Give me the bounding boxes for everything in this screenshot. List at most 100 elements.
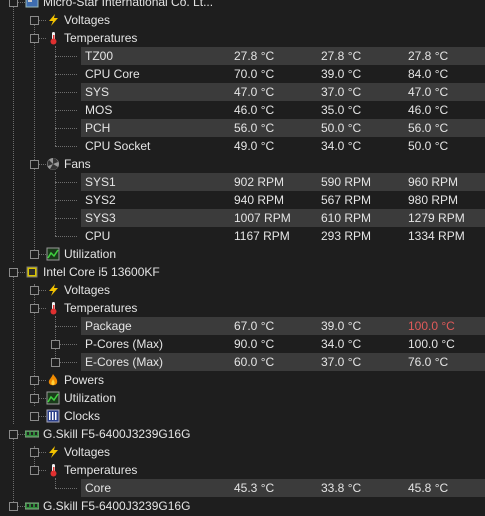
tree-connector [55, 488, 77, 489]
expand-toggle[interactable] [30, 160, 39, 169]
current-value: 45.3 °C [234, 481, 275, 495]
max-value: 100.0 °C [408, 319, 455, 333]
tree-connector [55, 200, 77, 201]
row-label: SYS [85, 85, 110, 99]
max-value: 76.0 °C [408, 355, 449, 369]
min-value: 37.0 °C [321, 85, 362, 99]
thermometer-icon [46, 31, 60, 45]
current-value: 46.0 °C [234, 103, 275, 117]
row-label: Voltages [64, 283, 111, 297]
min-value: 50.0 °C [321, 121, 362, 135]
row-label: Package [85, 319, 132, 333]
current-value: 47.0 °C [234, 85, 275, 99]
row-label: Temperatures [64, 463, 138, 477]
max-value: 100.0 °C [408, 337, 455, 351]
memory-module-icon [24, 427, 40, 441]
row-label: Temperatures [64, 31, 138, 45]
max-value: 1279 RPM [408, 211, 465, 225]
current-value: 60.0 °C [234, 355, 275, 369]
utilization-chart-icon [46, 391, 60, 405]
tree-connector [55, 56, 77, 57]
min-value: 34.0 °C [321, 337, 362, 351]
current-value: 90.0 °C [234, 337, 275, 351]
max-value: 84.0 °C [408, 67, 449, 81]
expand-toggle[interactable] [9, 430, 18, 439]
min-value: 39.0 °C [321, 319, 362, 333]
utilization-chart-icon [46, 247, 60, 261]
current-value: 56.0 °C [234, 121, 275, 135]
row-label: E-Cores (Max) [85, 355, 164, 369]
max-value: 45.8 °C [408, 481, 449, 495]
row-label: Core [85, 481, 112, 495]
min-value: 27.8 °C [321, 49, 362, 63]
row-label: MOS [85, 103, 113, 117]
max-value: 960 RPM [408, 175, 459, 189]
row-label: CPU [85, 229, 111, 243]
expand-toggle[interactable] [9, 0, 18, 7]
cpu-chip-icon [25, 265, 39, 279]
current-value: 27.8 °C [234, 49, 275, 63]
expand-toggle[interactable] [30, 448, 39, 457]
expand-toggle[interactable] [30, 16, 39, 25]
max-value: 46.0 °C [408, 103, 449, 117]
min-value: 293 RPM [321, 229, 372, 243]
tree-connector [55, 92, 77, 93]
row-label: P-Cores (Max) [85, 337, 164, 351]
expand-toggle[interactable] [30, 376, 39, 385]
tree-connector [55, 74, 77, 75]
current-value: 49.0 °C [234, 139, 275, 153]
tree-connector [55, 218, 77, 219]
min-value: 590 RPM [321, 175, 372, 189]
row-label: Micro-Star International Co. Lt... [43, 0, 214, 9]
min-value: 610 RPM [321, 211, 372, 225]
voltage-bolt-icon [46, 445, 60, 459]
row-label: Utilization [64, 391, 117, 405]
max-value: 56.0 °C [408, 121, 449, 135]
row-label: SYS2 [85, 193, 116, 207]
tree-connector [55, 128, 77, 129]
tree-connector [55, 236, 77, 237]
memory-module-icon [24, 499, 40, 513]
min-value: 34.0 °C [321, 139, 362, 153]
row-label: PCH [85, 121, 111, 135]
expand-toggle[interactable] [30, 250, 39, 259]
row-label: SYS3 [85, 211, 116, 225]
row-label: TZ00 [85, 49, 114, 63]
fan-icon [46, 157, 60, 171]
max-value: 980 RPM [408, 193, 459, 207]
current-value: 67.0 °C [234, 319, 275, 333]
max-value: 50.0 °C [408, 139, 449, 153]
expand-toggle[interactable] [30, 34, 39, 43]
expand-toggle[interactable] [30, 466, 39, 475]
min-value: 33.8 °C [321, 481, 362, 495]
current-value: 902 RPM [234, 175, 285, 189]
min-value: 567 RPM [321, 193, 372, 207]
tree-connector [55, 326, 77, 327]
expand-toggle[interactable] [30, 286, 39, 295]
row-label: SYS1 [85, 175, 116, 189]
row-label: Utilization [64, 247, 117, 261]
current-value: 1167 RPM [234, 229, 290, 243]
row-label: Voltages [64, 445, 111, 459]
max-value: 47.0 °C [408, 85, 449, 99]
expand-toggle[interactable] [30, 304, 39, 313]
thermometer-icon [46, 301, 60, 315]
expand-toggle[interactable] [30, 412, 39, 421]
expand-toggle[interactable] [51, 340, 60, 349]
expand-toggle[interactable] [9, 268, 18, 277]
expand-toggle[interactable] [30, 394, 39, 403]
row-label: CPU Core [85, 67, 140, 81]
row-label: Fans [64, 157, 91, 171]
expand-toggle[interactable] [9, 502, 18, 511]
current-value: 70.0 °C [234, 67, 275, 81]
min-value: 35.0 °C [321, 103, 362, 117]
tree-connector [55, 146, 77, 147]
expand-toggle[interactable] [51, 358, 60, 367]
tree-connector [55, 182, 77, 183]
thermometer-icon [46, 463, 60, 477]
row-label: Voltages [64, 13, 111, 27]
flame-icon [46, 373, 60, 387]
voltage-bolt-icon [46, 283, 60, 297]
row-label: G.Skill F5-6400J3239G16G [43, 427, 191, 441]
current-value: 1007 RPM [234, 211, 291, 225]
